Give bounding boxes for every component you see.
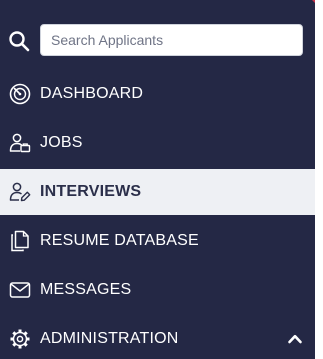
sidebar-item-label: JOBS xyxy=(40,134,83,151)
sidebar-item-label: ADMINISTRATION xyxy=(40,330,179,347)
chevron-up-icon[interactable] xyxy=(287,331,303,347)
sidebar-item-label: MESSAGES xyxy=(40,281,132,298)
sidebar-item-label: DASHBOARD xyxy=(40,85,144,102)
sidebar-item-resume-database[interactable]: RESUME DATABASE xyxy=(0,218,315,264)
dashboard-icon xyxy=(9,83,31,105)
search-icon[interactable] xyxy=(8,30,30,52)
sidebar-item-administration[interactable]: ADMINISTRATION xyxy=(0,316,315,359)
interviews-icon xyxy=(9,182,31,202)
gear-icon xyxy=(10,329,30,349)
content-edge xyxy=(315,0,323,359)
sidebar-item-messages[interactable]: MESSAGES xyxy=(0,267,315,313)
sidebar-item-dashboard[interactable]: DASHBOARD xyxy=(0,71,315,117)
sidebar-nav: DASHBOARD JOBS INTERVIEWS RESUME DATABAS… xyxy=(0,0,315,359)
sidebar-item-label: INTERVIEWS xyxy=(40,183,142,200)
envelope-icon xyxy=(9,282,31,298)
jobs-icon xyxy=(9,133,31,153)
sidebar-item-label: RESUME DATABASE xyxy=(40,232,199,249)
sidebar-item-jobs[interactable]: JOBS xyxy=(0,120,315,166)
documents-icon xyxy=(11,230,29,252)
search-bar xyxy=(0,22,315,60)
sidebar-item-interviews[interactable]: INTERVIEWS xyxy=(0,169,315,215)
search-input[interactable] xyxy=(40,24,303,56)
